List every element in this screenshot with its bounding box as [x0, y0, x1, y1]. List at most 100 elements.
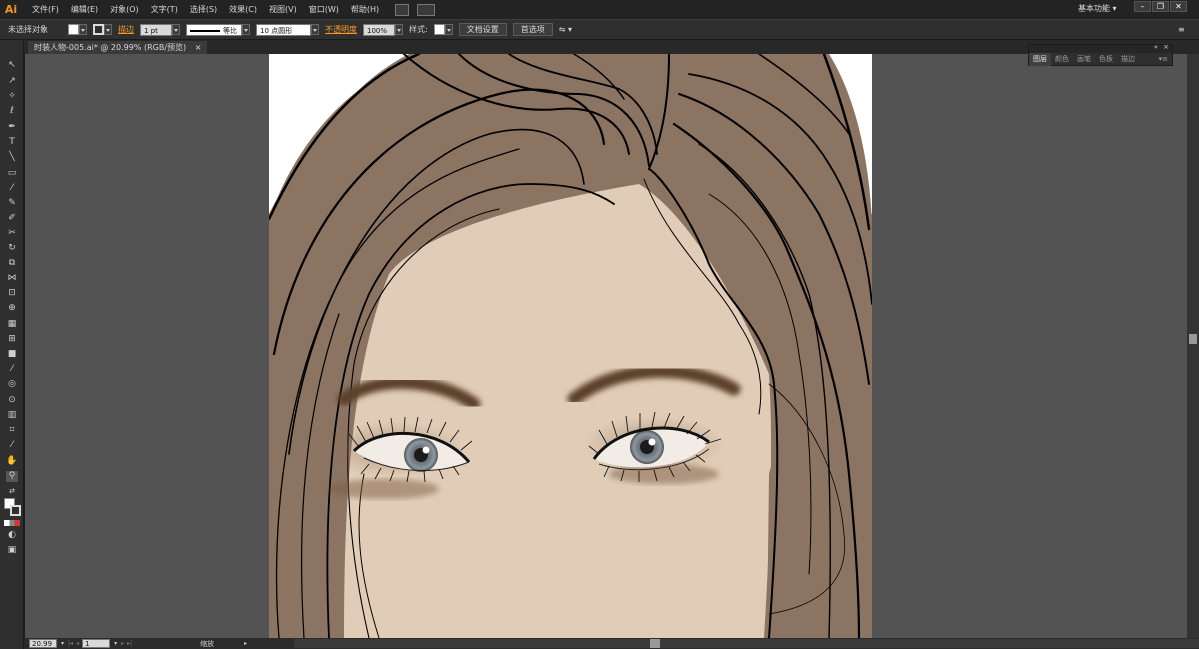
last-artboard-icon[interactable]: ▸|	[127, 640, 132, 647]
perspective-grid-tool-icon[interactable]: ▦	[6, 319, 18, 330]
stroke-profile-field[interactable]: 等比	[186, 23, 242, 36]
shape-builder-tool-icon[interactable]: ⊕	[6, 303, 18, 314]
style-swatch[interactable]	[433, 24, 445, 35]
artboard-dropdown-icon[interactable]: ▾	[114, 640, 117, 647]
status-info: 缩放	[200, 639, 215, 648]
selection-status: 未选择对象	[8, 25, 48, 34]
menu-window[interactable]: 窗口(W)	[303, 0, 345, 19]
menu-select[interactable]: 选择(S)	[184, 0, 223, 19]
gradient-tool-icon[interactable]: ■	[6, 349, 18, 360]
pen-tool-icon[interactable]: ✒	[6, 122, 18, 133]
close-panel-icon[interactable]: ×	[1163, 43, 1169, 51]
stroke-weight-dropdown[interactable]	[172, 24, 180, 35]
artboard-tool-icon[interactable]: ⌗	[6, 425, 18, 436]
document-setup-button[interactable]: 文档设置	[458, 23, 507, 36]
style-label: 样式:	[409, 25, 428, 34]
menu-view[interactable]: 视图(V)	[263, 0, 303, 19]
menu-bar: Ai 文件(F) 编辑(E) 对象(O) 文字(T) 选择(S) 效果(C) 视…	[0, 0, 1199, 19]
menu-help[interactable]: 帮助(H)	[345, 0, 385, 19]
stroke-dropdown[interactable]	[104, 24, 112, 35]
tab-color[interactable]: 颜色	[1051, 53, 1073, 66]
align-options-icon[interactable]: ⇋ ▾	[559, 25, 572, 34]
scale-tool-icon[interactable]: ⧉	[6, 258, 18, 269]
lasso-tool-icon[interactable]: ℓ	[6, 106, 18, 117]
eraser-tool-icon[interactable]: ✂	[6, 228, 18, 239]
drawing-mode-icon[interactable]: ◐	[6, 530, 18, 541]
type-tool-icon[interactable]: T	[6, 137, 18, 148]
rotate-tool-icon[interactable]: ↻	[6, 243, 18, 254]
restore-button[interactable]: ❐	[1152, 1, 1169, 12]
vertical-scrollbar[interactable]	[1187, 54, 1199, 638]
selection-tool-icon[interactable]: ↖	[6, 60, 18, 71]
panel-menu-icon[interactable]: ▾≡	[1155, 53, 1172, 66]
direct-selection-tool-icon[interactable]: ↗	[6, 76, 18, 87]
minimize-button[interactable]: –	[1134, 1, 1151, 12]
horizontal-scroll-thumb[interactable]	[650, 639, 660, 648]
mesh-tool-icon[interactable]: ⊞	[6, 334, 18, 345]
brush-dropdown[interactable]	[311, 24, 319, 35]
menu-file[interactable]: 文件(F)	[26, 0, 65, 19]
pencil-tool-icon[interactable]: ✎	[6, 198, 18, 209]
menu-object[interactable]: 对象(O)	[104, 0, 145, 19]
screen-mode-icon[interactable]: ▣	[6, 545, 18, 556]
close-button[interactable]: ✕	[1170, 1, 1187, 12]
workspace-switcher[interactable]: 基本功能 ▾	[1078, 3, 1117, 14]
arrange-documents-icon[interactable]	[417, 3, 436, 16]
rectangle-tool-icon[interactable]: ▭	[6, 168, 18, 179]
stroke-label[interactable]: 描边	[118, 24, 134, 35]
preferences-button[interactable]: 首选项	[512, 23, 553, 36]
fill-stroke-swap-icon[interactable]: ⇄	[6, 486, 18, 497]
magic-wand-tool-icon[interactable]: ✧	[6, 91, 18, 102]
paintbrush-tool-icon[interactable]: ⁄	[6, 183, 18, 194]
panel-menu-icon[interactable]: ≡	[1178, 25, 1185, 34]
tab-layers[interactable]: 图层	[1029, 53, 1051, 66]
opacity-dropdown[interactable]	[395, 24, 403, 35]
blend-tool-icon[interactable]: ◎	[6, 379, 18, 390]
stroke-weight-field[interactable]: 1 pt	[140, 23, 172, 36]
stroke-swatch[interactable]	[93, 24, 104, 35]
fill-swatch[interactable]	[68, 24, 79, 35]
panel-tabs: 图层 颜色 画笔 色板 描边 ▾≡	[1029, 53, 1172, 66]
vertical-scroll-thumb[interactable]	[1189, 334, 1197, 344]
brush-field[interactable]: 10 点圆形	[256, 23, 311, 36]
bridge-icon[interactable]	[395, 3, 410, 16]
free-transform-tool-icon[interactable]: ⊡	[6, 288, 18, 299]
fill-dropdown[interactable]	[79, 24, 87, 35]
hand-tool-icon[interactable]: ✋	[6, 456, 18, 467]
tab-swatches[interactable]: 色板	[1095, 53, 1117, 66]
eyedropper-tool-icon[interactable]: ⁄	[6, 364, 18, 375]
first-artboard-icon[interactable]: |◂	[68, 640, 73, 647]
color-mode-icon[interactable]	[4, 520, 20, 526]
zoom-dropdown-icon[interactable]: ▾	[61, 640, 64, 647]
stroke-color-swatch[interactable]	[10, 505, 21, 516]
opacity-field[interactable]: 100%	[363, 23, 395, 36]
horizontal-scrollbar[interactable]	[294, 639, 1199, 648]
zoom-field[interactable]: 20.99	[29, 639, 57, 648]
panel-header[interactable]: « ×	[1029, 43, 1172, 53]
layers-panel: « × 图层 颜色 画笔 色板 描边 ▾≡	[1028, 43, 1173, 66]
next-artboard-icon[interactable]: ▸	[121, 640, 124, 647]
menu-effect[interactable]: 效果(C)	[223, 0, 263, 19]
collapse-panel-icon[interactable]: «	[1154, 43, 1158, 51]
menu-edit[interactable]: 编辑(E)	[65, 0, 104, 19]
document-tab[interactable]: 时装人物-005.ai* @ 20.99% (RGB/预览) ×	[28, 41, 208, 54]
canvas-area[interactable]	[25, 54, 1187, 638]
tab-stroke[interactable]: 描边	[1117, 53, 1139, 66]
artboard[interactable]	[269, 54, 872, 638]
symbol-sprayer-tool-icon[interactable]: ⊙	[6, 395, 18, 406]
zoom-tool-icon[interactable]: ⚲	[6, 471, 18, 482]
opacity-label[interactable]: 不透明度	[325, 24, 357, 35]
artboard-field[interactable]: 1	[82, 639, 111, 648]
document-tab-close-icon[interactable]: ×	[195, 43, 202, 52]
menu-type[interactable]: 文字(T)	[145, 0, 184, 19]
width-tool-icon[interactable]: ⋈	[6, 273, 18, 284]
style-dropdown[interactable]	[444, 24, 453, 35]
status-menu-icon[interactable]: ▸	[244, 640, 247, 647]
slice-tool-icon[interactable]: ⁄	[6, 440, 18, 451]
prev-artboard-icon[interactable]: ◂	[76, 640, 79, 647]
tab-brushes[interactable]: 画笔	[1073, 53, 1095, 66]
graph-tool-icon[interactable]: ▥	[6, 410, 18, 421]
stroke-profile-dropdown[interactable]	[242, 24, 250, 35]
line-tool-icon[interactable]: ╲	[6, 152, 18, 163]
blob-brush-tool-icon[interactable]: ✐	[6, 213, 18, 224]
